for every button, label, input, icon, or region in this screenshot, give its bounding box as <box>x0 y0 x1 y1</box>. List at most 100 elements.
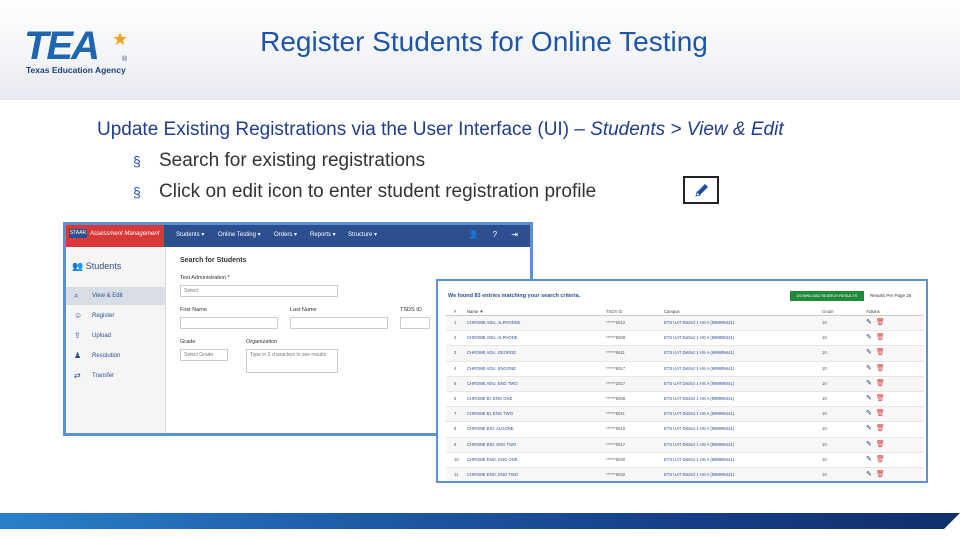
grade: 10 <box>822 441 827 447</box>
delete-trash-icon[interactable]: 🗑 <box>876 349 885 356</box>
campus-link[interactable]: ETS UAT District 1 HS A (999999441) <box>664 346 824 360</box>
nav-students[interactable]: Students ▾ <box>176 231 204 238</box>
student-name-link[interactable]: CHROME ADU, ENGONE <box>467 362 607 376</box>
student-name-link[interactable]: CHROME BIO, ALGONE <box>467 422 607 436</box>
edit-pencil-icon[interactable]: ✎ <box>866 471 872 478</box>
row-number: 11 <box>454 471 459 477</box>
edit-pencil-icon[interactable]: ✎ <box>866 425 872 432</box>
campus-link[interactable]: ETS UAT District 1 HS A (999999441) <box>664 331 824 345</box>
delete-trash-icon[interactable]: 🗑 <box>876 334 885 341</box>
campus-link[interactable]: ETS UAT District 1 HS A (999999441) <box>664 407 824 421</box>
sidebar-item-label: Upload <box>92 333 112 339</box>
pencil-icon <box>695 184 708 197</box>
delete-trash-icon[interactable]: 🗑 <box>876 365 885 372</box>
student-name-link[interactable]: CHROME ADU, ENG TWO <box>467 377 607 391</box>
campus-link[interactable]: ETS UAT District 1 HS A (999999441) <box>664 468 824 481</box>
sidebar-item-register[interactable]: ☺ Register <box>66 307 166 325</box>
tsds-id: ******5032 <box>606 471 626 477</box>
student-name-link[interactable]: CHROME ADU, ALPHONSE <box>467 316 607 330</box>
nav-online-testing[interactable]: Online Testing ▾ <box>218 231 261 238</box>
download-results-button[interactable]: DOWNLOAD SEARCH RESULTS <box>790 291 864 301</box>
campus-link[interactable]: ETS UAT District 1 HS A (999999441) <box>664 362 824 376</box>
last-name-field[interactable] <box>290 317 388 329</box>
tsds-id: ******5012 <box>606 320 626 325</box>
sidebar-item-label: Transfer <box>92 373 115 379</box>
row-actions: ✎ 🗑 <box>866 468 906 481</box>
student-name-link[interactable]: CHROME ENG, ENG ONE <box>467 453 607 467</box>
brand-label: Assessment Management <box>90 231 160 237</box>
student-name-link[interactable]: CHROME BI, ENG TWO <box>467 407 607 421</box>
student-name-link[interactable]: CHROME BI, ENG ONE <box>467 392 607 406</box>
student-name-link[interactable]: CHROME ADU, GEORGE <box>467 346 607 360</box>
delete-trash-icon[interactable]: 🗑 <box>876 441 885 448</box>
edit-pencil-icon[interactable]: ✎ <box>866 334 872 341</box>
grade: 10 <box>822 350 827 356</box>
campus-link[interactable]: ETS UAT District 1 HS A (999999441) <box>664 377 824 391</box>
grade: 10 <box>822 335 827 341</box>
edit-pencil-icon[interactable]: ✎ <box>866 365 872 372</box>
nav-structure[interactable]: Structure ▾ <box>348 231 377 238</box>
campus-link[interactable]: ETS UAT District 1 HS A (999999441) <box>664 422 824 436</box>
edit-pencil-icon[interactable]: ✎ <box>866 410 872 417</box>
row-actions: ✎ 🗑 <box>866 362 906 376</box>
tsds-id: ******5008 <box>606 335 626 341</box>
column-header: TSDS ID <box>606 309 623 314</box>
footer-bar <box>0 513 944 529</box>
sidebar-item-label: Register <box>92 313 115 319</box>
edit-pencil-icon[interactable]: ✎ <box>866 380 872 387</box>
delete-trash-icon[interactable]: 🗑 <box>876 319 885 326</box>
row-actions: ✎ 🗑 <box>866 377 906 391</box>
student-name-link[interactable]: CHROME ENG, ENG TWO <box>467 468 607 481</box>
table-row: 10 CHROME ENG, ENG ONE ******5030 ETS UAT D… <box>446 453 924 468</box>
campus-link[interactable]: ETS UAT District 1 HS A (999999441) <box>664 438 824 452</box>
edit-pencil-icon[interactable]: ✎ <box>866 349 872 356</box>
grade-label: Grade <box>180 339 196 345</box>
campus-link[interactable]: ETS UAT District 1 HS A (999999441) <box>664 316 824 330</box>
delete-trash-icon[interactable]: 🗑 <box>876 380 885 387</box>
tsds-id: ******5019 <box>606 426 626 432</box>
grade-select[interactable]: Select Grade <box>180 349 228 361</box>
delete-trash-icon[interactable]: 🗑 <box>876 425 885 432</box>
first-name-field[interactable] <box>180 317 278 329</box>
delete-trash-icon[interactable]: 🗑 <box>876 410 885 417</box>
edit-pencil-icon[interactable]: ✎ <box>866 441 872 448</box>
nav-orders[interactable]: Orders ▾ <box>274 231 297 238</box>
campus-link[interactable]: ETS UAT District 1 HS A (999999441) <box>664 453 824 467</box>
results-per-page-select[interactable]: Results Per Page 25 <box>870 293 911 298</box>
row-number: 5 <box>454 380 457 386</box>
table-row: 4 CHROME ADU, ENGONE ******5017 ETS UAT Dis… <box>446 362 924 377</box>
column-header: Campus <box>664 309 680 314</box>
slide-header: TEA ★ ® Texas Education Agency Register … <box>0 0 960 100</box>
bullet-text: Click on edit icon to enter student regi… <box>159 181 597 202</box>
sidebar-item-resolution[interactable]: ♟ Resolution <box>66 347 166 365</box>
student-name-link[interactable]: CHROME ADU, ALPHONE <box>467 331 607 345</box>
search-heading: Search for Students <box>180 257 247 264</box>
test-admin-select[interactable]: Select <box>180 285 338 297</box>
edit-pencil-icon[interactable]: ✎ <box>866 456 872 463</box>
sidebar-item-transfer[interactable]: ⇄ Transfer <box>66 367 166 385</box>
transfer-icon: ⇄ <box>74 371 81 380</box>
delete-trash-icon[interactable]: 🗑 <box>876 395 885 402</box>
student-name-link[interactable]: CHROME BIO, ENG TWO <box>467 438 607 452</box>
row-number: 1 <box>454 320 457 325</box>
edit-pencil-icon[interactable]: ✎ <box>866 395 872 402</box>
edit-pencil-icon[interactable]: ✎ <box>866 319 872 326</box>
section-heading: Update Existing Registrations via the Us… <box>97 119 784 141</box>
column-header: Actions <box>866 309 880 314</box>
sidebar-item-upload[interactable]: ⇪ Upload <box>66 327 166 345</box>
delete-trash-icon[interactable]: 🗑 <box>876 471 885 478</box>
table-row: 8 CHROME BIO, ALGONE ******5019 ETS UAT Dis… <box>446 422 924 438</box>
campus-link[interactable]: ETS UAT District 1 HS A (999999441) <box>664 392 824 406</box>
row-number: 2 <box>454 335 457 341</box>
logo-subtitle: Texas Education Agency <box>26 65 126 75</box>
tsds-id-field[interactable] <box>400 317 430 329</box>
toolbar-icons[interactable]: 👤 ? ⇥ <box>468 230 524 239</box>
column-header[interactable]: Name ▼ <box>467 307 607 316</box>
nav-reports[interactable]: Reports ▾ <box>310 231 336 238</box>
sidebar-item-view-edit[interactable]: ⌕ View & Edit <box>66 287 166 305</box>
delete-trash-icon[interactable]: 🗑 <box>876 456 885 463</box>
organization-field[interactable]: Type in 3 characters to see results <box>246 349 338 373</box>
test-admin-label: Test Administration * <box>180 275 230 281</box>
upload-icon: ⇪ <box>74 331 81 340</box>
app-brand[interactable]: STAAR Assessment Management <box>66 225 164 247</box>
